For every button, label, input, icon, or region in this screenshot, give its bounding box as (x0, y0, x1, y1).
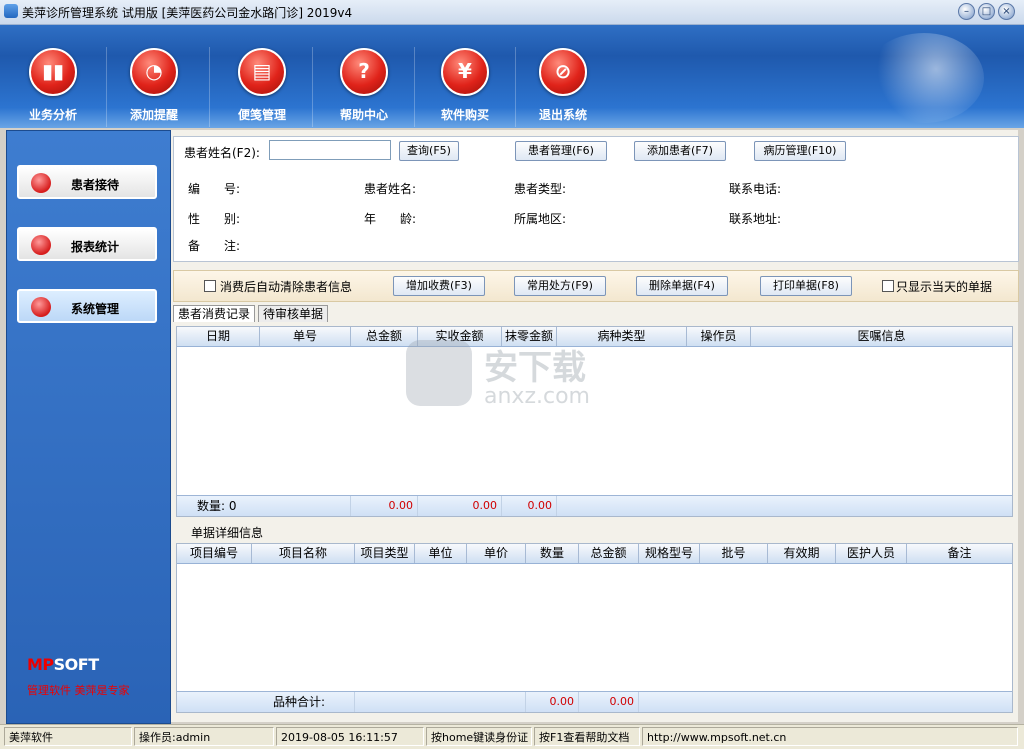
toolbar-separator (312, 47, 313, 127)
footer-rounding: 0.00 (502, 496, 557, 516)
toolbar-notes[interactable]: ▤ 便笺管理 (212, 33, 312, 125)
mpsoft-logo: MPSOFT 管理软件 美萍是专家 (27, 655, 130, 697)
col-item-type[interactable]: 项目类型 (355, 544, 415, 563)
status-bar: 美萍软件 操作员:admin 2019-08-05 16:11:57 按home… (0, 724, 1024, 749)
col-batch[interactable]: 批号 (700, 544, 768, 563)
query-button[interactable]: 查询(F5) (399, 141, 459, 161)
footer-received: 0.00 (418, 496, 502, 516)
auto-clear-checkbox[interactable] (204, 280, 216, 292)
close-button[interactable]: × (998, 3, 1015, 20)
toolbar-purchase[interactable]: ¥ 软件购买 (415, 33, 515, 125)
red-dot-icon (31, 297, 51, 317)
print-bill-button[interactable]: 打印单据(F8) (760, 276, 852, 296)
sidebar-item-reception[interactable]: 患者接待 (17, 165, 157, 199)
col-staff[interactable]: 医护人员 (836, 544, 907, 563)
bar-chart-icon: ▮▮ (29, 48, 77, 96)
col-unit-price[interactable]: 单价 (467, 544, 526, 563)
footer-amount: 0.00 (579, 692, 639, 712)
sidebar-item-reports[interactable]: 报表统计 (17, 227, 157, 261)
col-amount[interactable]: 总金额 (579, 544, 639, 563)
id-label: 编 号: (188, 182, 241, 196)
sidebar-item-system[interactable]: 系统管理 (17, 289, 157, 323)
col-operator[interactable]: 操作员 (687, 327, 751, 346)
today-only-label: 只显示当天的单据 (896, 280, 993, 294)
status-operator: 操作员:admin (134, 727, 274, 746)
red-dot-icon (31, 235, 51, 255)
main-area: 患者姓名(F2): 查询(F5) 患者管理(F6) 添加患者(F7) 病历管理(… (171, 130, 1019, 722)
patient-name-input[interactable] (269, 140, 391, 160)
toolbar-business-analysis[interactable]: ▮▮ 业务分析 (3, 33, 103, 125)
today-only-checkbox[interactable] (882, 280, 894, 292)
status-company: 美萍软件 (4, 727, 132, 746)
address-label: 联系地址: (729, 212, 782, 226)
add-patient-button[interactable]: 添加患者(F7) (634, 141, 726, 161)
common-prescription-button[interactable]: 常用处方(F9) (514, 276, 606, 296)
medicine-decoration (864, 33, 984, 123)
delete-bill-button[interactable]: 删除单据(F4) (636, 276, 728, 296)
auto-clear-label: 消费后自动清除患者信息 (220, 280, 353, 294)
status-hint-help: 按F1查看帮助文档 (534, 727, 640, 746)
detail-grid-footer: 品种合计: 0.00 0.00 (177, 691, 1012, 712)
note-label: 备 注: (188, 239, 241, 253)
status-hint-idcard: 按home键读身份证 (426, 727, 532, 746)
footer-qty: 0.00 (526, 692, 579, 712)
sex-label: 性 别: (188, 212, 241, 226)
footer-spacer (355, 692, 526, 712)
region-label: 所属地区: (514, 212, 567, 226)
col-bill-no[interactable]: 单号 (260, 327, 351, 346)
patient-manage-button[interactable]: 患者管理(F6) (515, 141, 607, 161)
patient-info-panel: 患者姓名(F2): 查询(F5) 患者管理(F6) 添加患者(F7) 病历管理(… (173, 136, 1019, 262)
clock-icon: ◔ (130, 48, 178, 96)
age-label: 年 龄: (364, 212, 417, 226)
shield-icon (406, 340, 472, 406)
name-field-label: 患者姓名: (364, 182, 417, 196)
col-remark[interactable]: 备注 (907, 544, 1012, 563)
maximize-button[interactable]: □ (978, 3, 995, 20)
medical-record-button[interactable]: 病历管理(F10) (754, 141, 846, 161)
col-orders[interactable]: 医嘱信息 (751, 327, 1012, 346)
variety-total-label: 品种合计: (177, 692, 355, 712)
notepad-icon: ▤ (238, 48, 286, 96)
app-icon (4, 4, 18, 18)
toolbar-add-reminder[interactable]: ◔ 添加提醒 (104, 33, 204, 125)
tab-consumption-records[interactable]: 患者消费记录 (173, 305, 256, 322)
exit-icon: ⊘ (539, 48, 587, 96)
yen-icon: ¥ (441, 48, 489, 96)
action-bar: 消费后自动清除患者信息 增加收费(F3) 常用处方(F9) 删除单据(F4) 打… (173, 270, 1019, 302)
sidebar: 患者接待 报表统计 系统管理 MPSOFT 管理软件 美萍是专家 (6, 130, 171, 724)
col-date[interactable]: 日期 (177, 327, 260, 346)
col-expiry[interactable]: 有效期 (768, 544, 836, 563)
col-item-code[interactable]: 项目编号 (177, 544, 252, 563)
toolbar-help[interactable]: ? 帮助中心 (314, 33, 414, 125)
phone-label: 联系电话: (729, 182, 782, 196)
window-title: 美萍诊所管理系统 试用版 [美萍医药公司金水路门诊] 2019v4 (22, 6, 353, 20)
record-count: 数量: 0 (177, 496, 351, 516)
col-quantity[interactable]: 数量 (526, 544, 579, 563)
col-item-name[interactable]: 项目名称 (252, 544, 355, 563)
status-url[interactable]: http://www.mpsoft.net.cn (642, 727, 1018, 746)
detail-grid[interactable]: 项目编号 项目名称 项目类型 单位 单价 数量 总金额 规格型号 批号 有效期 … (176, 543, 1013, 713)
patient-name-label: 患者姓名(F2): (184, 146, 260, 160)
type-label: 患者类型: (514, 182, 567, 196)
add-charge-button[interactable]: 增加收费(F3) (393, 276, 485, 296)
top-toolbar: ▮▮ 业务分析 ◔ 添加提醒 ▤ 便笺管理 ? 帮助中心 ¥ 软件购买 ⊘ 退出… (0, 25, 1024, 128)
red-dot-icon (31, 173, 51, 193)
watermark: 安下载 anxz.com (406, 340, 646, 420)
toolbar-separator (209, 47, 210, 127)
status-datetime: 2019-08-05 16:11:57 (276, 727, 424, 746)
title-bar: 美萍诊所管理系统 试用版 [美萍医药公司金水路门诊] 2019v4 – □ × (0, 0, 1024, 25)
records-grid-footer: 数量: 0 0.00 0.00 0.00 (177, 495, 1012, 516)
detail-title: 单据详细信息 (191, 526, 264, 540)
tab-pending-review[interactable]: 待审核单据 (258, 305, 329, 322)
footer-total: 0.00 (351, 496, 418, 516)
minimize-button[interactable]: – (958, 3, 975, 20)
help-icon: ? (340, 48, 388, 96)
col-spec[interactable]: 规格型号 (639, 544, 700, 563)
toolbar-exit[interactable]: ⊘ 退出系统 (513, 33, 613, 125)
col-unit[interactable]: 单位 (415, 544, 467, 563)
detail-grid-header: 项目编号 项目名称 项目类型 单位 单价 数量 总金额 规格型号 批号 有效期 … (177, 544, 1012, 564)
